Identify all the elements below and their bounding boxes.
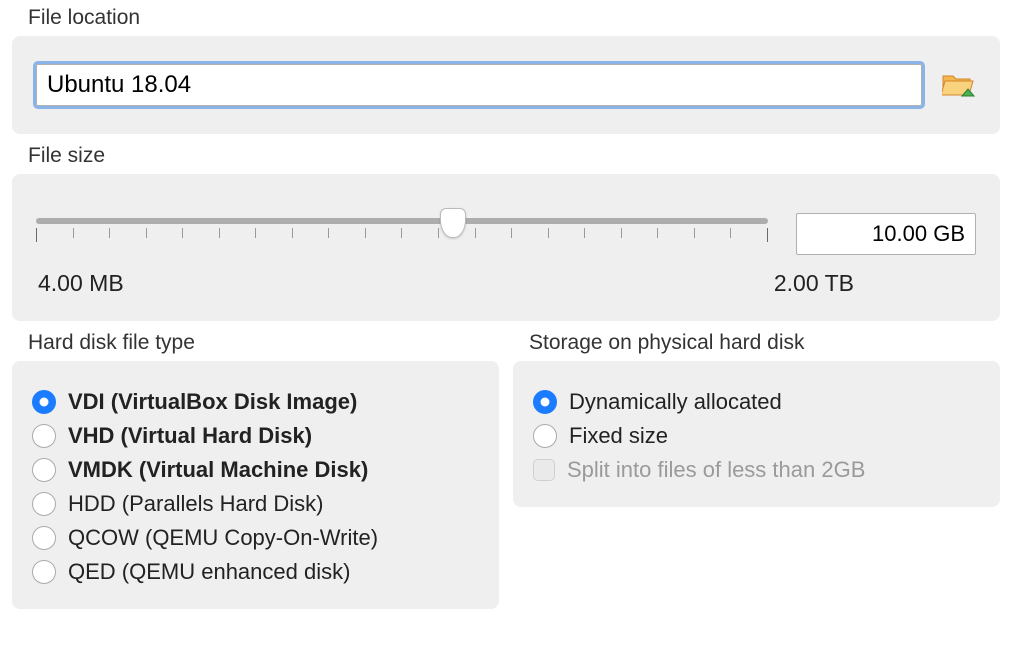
storage-split-checkbox: Split into files of less than 2GB [533, 457, 980, 483]
radio-icon [533, 390, 557, 414]
disk-type-option-4[interactable]: QCOW (QEMU Copy-On-Write) [32, 525, 479, 551]
file-location-label: File location [28, 6, 1000, 30]
file-size-max-label: 2.00 TB [774, 270, 854, 297]
browse-folder-button[interactable] [942, 70, 976, 100]
checkbox-icon [533, 459, 555, 481]
storage-option-1[interactable]: Fixed size [533, 423, 980, 449]
disk-type-panel: VDI (VirtualBox Disk Image) VHD (Virtual … [12, 361, 499, 609]
file-location-panel [12, 36, 1000, 134]
disk-type-option-label: VMDK (Virtual Machine Disk) [68, 457, 368, 483]
file-size-min-label: 4.00 MB [38, 270, 124, 297]
storage-option-0[interactable]: Dynamically allocated [533, 389, 980, 415]
radio-icon [32, 424, 56, 448]
file-size-label: File size [28, 144, 1000, 168]
disk-type-option-label: VDI (VirtualBox Disk Image) [68, 389, 357, 415]
radio-icon [32, 560, 56, 584]
disk-type-option-label: HDD (Parallels Hard Disk) [68, 491, 323, 517]
file-size-slider[interactable] [36, 210, 768, 258]
radio-icon [32, 526, 56, 550]
disk-type-option-label: VHD (Virtual Hard Disk) [68, 423, 312, 449]
radio-icon [32, 458, 56, 482]
disk-type-option-label: QED (QEMU enhanced disk) [68, 559, 350, 585]
storage-option-label: Fixed size [569, 423, 668, 449]
disk-type-option-label: QCOW (QEMU Copy-On-Write) [68, 525, 378, 551]
radio-icon [533, 424, 557, 448]
disk-type-option-3[interactable]: HDD (Parallels Hard Disk) [32, 491, 479, 517]
storage-label: Storage on physical hard disk [529, 331, 1000, 355]
storage-split-label: Split into files of less than 2GB [567, 457, 865, 483]
file-size-panel: 4.00 MB 2.00 TB [12, 174, 1000, 321]
file-size-value-input[interactable] [796, 213, 976, 255]
disk-type-option-1[interactable]: VHD (Virtual Hard Disk) [32, 423, 479, 449]
storage-option-label: Dynamically allocated [569, 389, 782, 415]
disk-type-option-2[interactable]: VMDK (Virtual Machine Disk) [32, 457, 479, 483]
radio-icon [32, 492, 56, 516]
storage-panel: Dynamically allocated Fixed size Split int… [513, 361, 1000, 507]
radio-icon [32, 390, 56, 414]
disk-type-option-0[interactable]: VDI (VirtualBox Disk Image) [32, 389, 479, 415]
disk-type-option-5[interactable]: QED (QEMU enhanced disk) [32, 559, 479, 585]
file-location-input[interactable] [36, 64, 922, 106]
folder-open-icon [942, 70, 976, 101]
disk-type-label: Hard disk file type [28, 331, 499, 355]
